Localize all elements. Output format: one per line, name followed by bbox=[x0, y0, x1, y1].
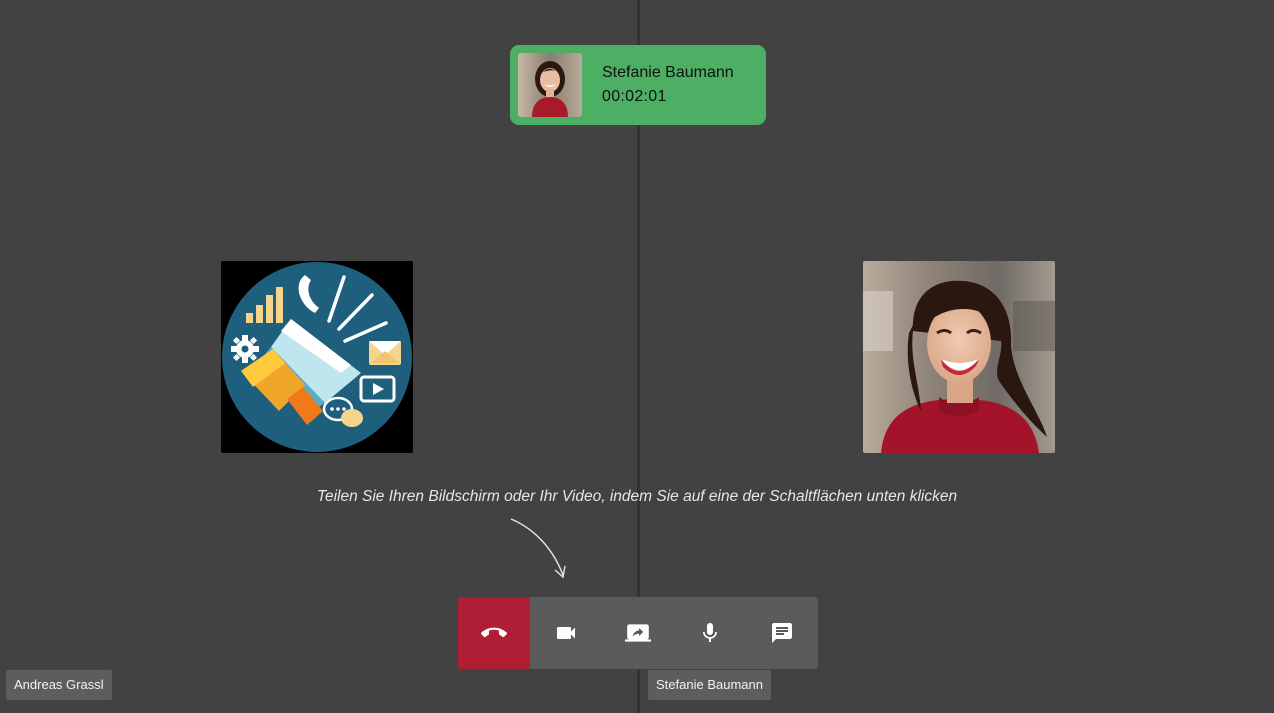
call-controls-bar bbox=[458, 597, 818, 669]
hint-arrow-icon bbox=[510, 518, 566, 579]
active-call-card[interactable]: Stefanie Baumann 00:02:01 bbox=[510, 45, 766, 125]
video-call-stage: Stefanie Baumann 00:02:01 Teilen Sie Ihr… bbox=[0, 0, 1274, 713]
local-participant-name-tag: Andreas Grassl bbox=[6, 670, 112, 700]
chat-icon bbox=[772, 623, 792, 643]
call-duration: 00:02:01 bbox=[602, 88, 667, 105]
screen-share-icon bbox=[625, 624, 651, 642]
video-toggle-button[interactable] bbox=[530, 597, 602, 669]
hangup-icon bbox=[481, 627, 507, 638]
remote-participant-tile bbox=[863, 261, 1055, 453]
video-camera-icon bbox=[557, 627, 575, 639]
share-hint-text: Teilen Sie Ihren Bildschirm oder Ihr Vid… bbox=[316, 488, 958, 505]
microphone-toggle-button[interactable] bbox=[674, 597, 746, 669]
remote-participant-name-tag: Stefanie Baumann bbox=[648, 670, 771, 700]
screen-share-button[interactable] bbox=[602, 597, 674, 669]
remote-participant-portrait bbox=[863, 261, 1055, 453]
caller-avatar-image bbox=[518, 53, 582, 117]
marketing-megaphone-illustration bbox=[222, 262, 412, 452]
microphone-icon bbox=[703, 623, 717, 642]
chat-button[interactable] bbox=[746, 597, 818, 669]
caller-avatar bbox=[518, 53, 582, 117]
caller-name: Stefanie Baumann bbox=[602, 64, 734, 81]
hang-up-button[interactable] bbox=[458, 597, 530, 669]
local-participant-tile bbox=[221, 261, 413, 453]
